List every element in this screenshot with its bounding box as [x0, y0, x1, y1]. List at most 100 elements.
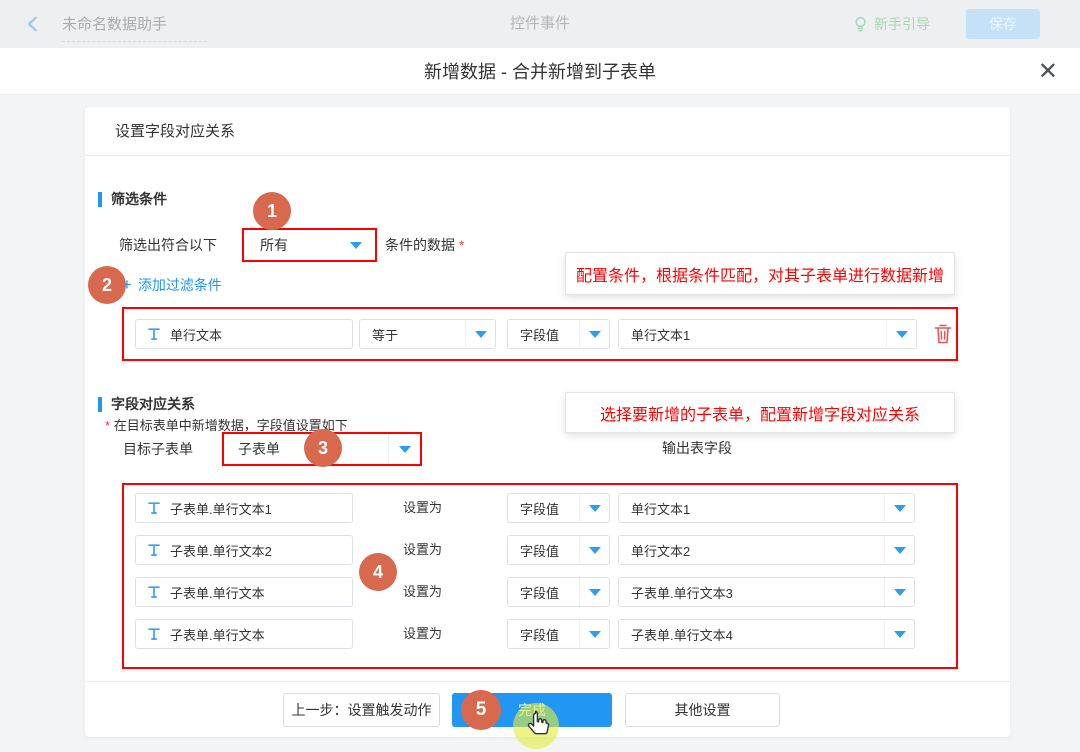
- step-badge-3: 3: [304, 429, 342, 467]
- mapping-value-select[interactable]: 单行文本2: [618, 535, 915, 565]
- mapping-value: 子表单.单行文本3: [619, 578, 884, 606]
- mapping-valuetype-value: 字段值: [508, 620, 579, 648]
- chevron-down-icon: [475, 331, 487, 338]
- condition-field-label: 单行文本: [170, 325, 222, 344]
- condition-value: 单行文本1: [619, 320, 886, 348]
- chevron-down-icon: [896, 331, 908, 338]
- chevron-down-icon: [589, 589, 601, 596]
- dialog-body: 设置字段对应关系 筛选条件 筛选出符合以下 所有 条件的数据 * 1 2 + 添…: [0, 95, 1080, 752]
- filter-section-label: 筛选条件: [111, 189, 167, 209]
- filter-sentence-suffix: 条件的数据 *: [385, 228, 464, 262]
- step-badge-5: 5: [461, 690, 501, 730]
- step-badge-2: 2: [88, 266, 126, 304]
- chevron-down-icon: [589, 631, 601, 638]
- mapping-value-select[interactable]: 单行文本1: [618, 493, 915, 523]
- mapping-target-field: 子表单.单行文本1: [135, 493, 353, 523]
- mapping-valuetype-value: 字段值: [508, 578, 579, 606]
- required-asterisk: *: [105, 418, 110, 433]
- chevron-down-icon: [589, 505, 601, 512]
- chevron-down-icon: [894, 505, 906, 512]
- mapping-value: 单行文本1: [619, 494, 884, 522]
- select-arrow-area: [884, 536, 914, 564]
- select-arrow-area: [465, 320, 495, 348]
- mapping-target-field-label: 子表单.单行文本1: [170, 499, 272, 518]
- card-title: 设置字段对应关系: [85, 107, 1010, 156]
- mapping-section-title: 字段对应关系: [98, 394, 195, 414]
- chevron-down-icon: [589, 547, 601, 554]
- mapping-value: 子表单.单行文本4: [619, 620, 884, 648]
- select-arrow-area: [579, 494, 609, 522]
- chevron-down-icon: [894, 589, 906, 596]
- mapping-value-select[interactable]: 子表单.单行文本3: [618, 577, 915, 607]
- trash-icon[interactable]: [933, 322, 953, 346]
- mapping-valuetype-select[interactable]: 字段值: [507, 619, 610, 649]
- chevron-down-icon: [894, 631, 906, 638]
- dialog-title: 新增数据 - 合并新增到子表单: [424, 58, 656, 84]
- text-field-icon: [147, 327, 161, 341]
- select-arrow-area: [579, 578, 609, 606]
- beginner-guide-label: 新手引导: [874, 14, 930, 34]
- add-filter-condition-label: 添加过滤条件: [138, 275, 222, 295]
- select-arrow-area: [884, 578, 914, 606]
- select-arrow-area: [579, 620, 609, 648]
- cursor-hand-icon: [525, 709, 551, 739]
- set-to-label: 设置为: [403, 619, 442, 649]
- mapping-target-field-label: 子表单.单行文本: [170, 583, 265, 602]
- select-arrow-area: [884, 494, 914, 522]
- condition-operator-value: 等于: [360, 320, 465, 348]
- condition-operator-select[interactable]: 等于: [359, 319, 496, 349]
- select-arrow-area: [388, 434, 420, 464]
- target-subform-label: 目标子表单: [123, 432, 193, 466]
- prev-step-button[interactable]: 上一步：设置触发动作: [283, 693, 440, 727]
- section-accent-bar: [98, 397, 102, 412]
- select-arrow-area: [579, 536, 609, 564]
- dialog-header: 新增数据 - 合并新增到子表单 ✕: [0, 48, 1080, 95]
- text-field-icon: [147, 627, 161, 641]
- required-asterisk: *: [459, 237, 464, 253]
- screen: 未命名数据助手 控件事件 新手引导 保存 新增数据 - 合并新增到子表单 ✕ 设…: [0, 0, 1080, 752]
- select-arrow-area: [886, 320, 916, 348]
- mapping-value: 单行文本2: [619, 536, 884, 564]
- mapping-valuetype-select[interactable]: 字段值: [507, 535, 610, 565]
- mapping-valuetype-value: 字段值: [508, 536, 579, 564]
- mapping-target-field-label: 子表单.单行文本: [170, 625, 265, 644]
- chevron-down-icon: [350, 242, 362, 249]
- mapping-target-field: 子表单.单行文本: [135, 577, 353, 607]
- settings-card: 设置字段对应关系 筛选条件 筛选出符合以下 所有 条件的数据 * 1 2 + 添…: [85, 107, 1010, 737]
- filter-section-title: 筛选条件: [98, 189, 167, 209]
- step-badge-1: 1: [253, 192, 291, 230]
- beginner-guide-link[interactable]: 新手引导: [853, 14, 930, 34]
- condition-value-select[interactable]: 单行文本1: [618, 319, 917, 349]
- topbar: 未命名数据助手 控件事件 新手引导 保存: [0, 0, 1080, 48]
- condition-field-select[interactable]: 单行文本: [135, 319, 353, 349]
- text-field-icon: [147, 543, 161, 557]
- step-badge-4: 4: [359, 553, 397, 591]
- footer-divider: [85, 681, 1010, 682]
- select-arrow-area: [884, 620, 914, 648]
- filter-annotation-tooltip: 配置条件，根据条件匹配，对其子表单进行数据新增: [565, 252, 955, 295]
- output-fields-header: 输出表字段: [662, 438, 732, 458]
- mapping-rows-outline: 子表单.单行文本1 设置为 字段值 单行文本1 子表单.单行文本2 设置为 字段…: [122, 483, 958, 669]
- condition-valuetype-value: 字段值: [508, 320, 579, 348]
- other-settings-button[interactable]: 其他设置: [625, 693, 780, 727]
- text-field-icon: [147, 501, 161, 515]
- mapping-annotation-tooltip: 选择要新增的子表单，配置新增字段对应关系: [565, 392, 955, 433]
- mapping-target-field: 子表单.单行文本: [135, 619, 353, 649]
- filter-sentence-prefix: 筛选出符合以下: [119, 228, 217, 262]
- chevron-down-icon: [894, 547, 906, 554]
- close-icon[interactable]: ✕: [1038, 58, 1058, 84]
- mapping-target-field-label: 子表单.单行文本2: [170, 541, 272, 560]
- save-button[interactable]: 保存: [966, 9, 1040, 39]
- add-filter-condition-link[interactable]: + 添加过滤条件: [122, 275, 222, 295]
- match-type-select[interactable]: 所有: [242, 228, 377, 262]
- mapping-section-label: 字段对应关系: [111, 394, 195, 414]
- match-type-value: 所有: [260, 235, 288, 255]
- mapping-valuetype-select[interactable]: 字段值: [507, 577, 610, 607]
- mapping-valuetype-select[interactable]: 字段值: [507, 493, 610, 523]
- chevron-down-icon: [399, 446, 411, 453]
- mapping-value-select[interactable]: 子表单.单行文本4: [618, 619, 915, 649]
- filter-row-outline: 单行文本 等于 字段值 单行文本1: [122, 307, 958, 361]
- condition-valuetype-select[interactable]: 字段值: [507, 319, 610, 349]
- lightbulb-icon: [853, 16, 868, 33]
- section-accent-bar: [98, 192, 102, 207]
